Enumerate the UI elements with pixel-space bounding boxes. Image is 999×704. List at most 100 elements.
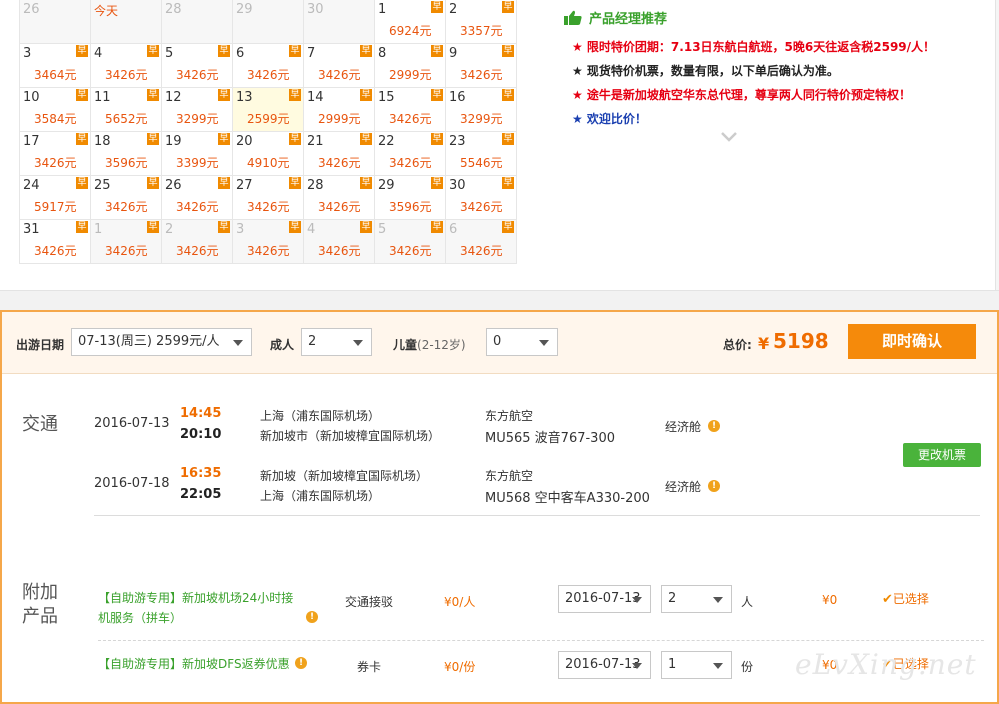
calendar-day-cell[interactable]: 8 早 2999元 [375,44,446,88]
calendar-day-cell: 29 [233,0,304,44]
info-icon[interactable]: ! [708,480,720,492]
child-label: 儿童(2-12岁) [393,336,466,353]
calendar-day-cell[interactable]: 15 早 3426元 [375,88,446,132]
calendar-day-cell[interactable]: 29 早 3596元 [375,176,446,220]
flight-2-cabin: 经济舱 [665,480,702,494]
calendar-day-number: 11 [94,90,111,105]
booking-panel: 出游日期 07-13(周三) 2599元/人 成人 2 儿童(2-12岁) 0 … [0,310,999,704]
calendar-day-price: 3596元 [105,156,148,170]
calendar-day-cell[interactable]: 24 早 5917元 [20,176,91,220]
recommend-line-2: ★ 现货特价机票，数量有限，以下单后确认为准。 [572,64,839,78]
addon-1-qty-select[interactable]: 2 [661,585,732,613]
calendar-day-number: 4 [307,222,316,237]
total-label: 总价: [723,338,752,352]
calendar-day-cell: 28 [162,0,233,44]
addon-1-name[interactable]: 【自助游专用】新加坡机场24小时接 [98,589,293,606]
change-flight-button[interactable]: 更改机票 [903,443,981,467]
calendar-day-cell[interactable]: 27 早 3426元 [233,176,304,220]
early-badge-icon: 早 [218,177,230,189]
early-badge-icon: 早 [218,133,230,145]
adult-select[interactable]: 2 [301,328,372,356]
calendar-day-cell[interactable]: 6 早 3426元 [233,44,304,88]
calendar-day-cell[interactable]: 23 早 5546元 [446,132,517,176]
flight-1-to: 新加坡市（新加坡樟宜国际机场） [260,429,441,443]
calendar-day-cell[interactable]: 1 早 6924元 [375,0,446,44]
calendar-day-price: 3464元 [34,68,77,82]
calendar-day-cell[interactable]: 22 早 3426元 [375,132,446,176]
check-icon: ✔ [882,592,893,607]
addon-1-name-line2[interactable]: 机服务（拼车） [98,609,182,626]
calendar-day-cell[interactable]: 5 早 3426元 [162,44,233,88]
calendar-day-number: 28 [307,178,324,193]
calendar-day-cell[interactable]: 28 早 3426元 [304,176,375,220]
calendar-day-cell[interactable]: 20 早 4910元 [233,132,304,176]
info-icon[interactable]: ! [306,611,318,623]
early-badge-icon: 早 [289,89,301,101]
early-badge-icon: 早 [76,177,88,189]
calendar-day-number: 5 [165,46,174,61]
addon-2-type: 券卡 [357,660,382,674]
addon-2-date-select[interactable]: 2016-07-13 [558,651,651,679]
calendar-day-cell[interactable]: 7 早 3426元 [304,44,375,88]
instant-confirm-button[interactable]: 即时确认 [848,324,976,359]
calendar-day-cell[interactable]: 10 早 3584元 [20,88,91,132]
child-select[interactable]: 0 [486,328,558,356]
right-border [995,0,999,290]
calendar-day-number: 2 [165,222,174,237]
early-badge-icon: 早 [147,221,159,233]
calendar-day-number: 10 [23,90,40,105]
addon-2-qty-select[interactable]: 1 [661,651,732,679]
calendar-day-cell: 3 早 3426元 [233,220,304,264]
addon-2-name[interactable]: 【自助游专用】新加坡DFS返券优惠 [98,655,290,672]
calendar-day-cell: 5 早 3426元 [375,220,446,264]
calendar-day-cell[interactable]: 18 早 3596元 [91,132,162,176]
calendar-day-price: 3426元 [176,244,219,258]
info-icon[interactable]: ! [708,420,720,432]
calendar-day-price: 3426元 [460,244,503,258]
calendar-day-cell[interactable]: 16 早 3299元 [446,88,517,132]
calendar-day-cell[interactable]: 19 早 3399元 [162,132,233,176]
calendar-day-cell[interactable]: 11 早 5652元 [91,88,162,132]
early-badge-icon: 早 [360,89,372,101]
calendar-day-cell[interactable]: 30 早 3426元 [446,176,517,220]
calendar-day-price: 5917元 [34,200,77,214]
calendar-day-cell[interactable]: 13 早 2599元 [233,88,304,132]
calendar-day-cell[interactable]: 17 早 3426元 [20,132,91,176]
calendar-day-number: 22 [378,134,395,149]
calendar-day-price: 3426元 [389,244,432,258]
calendar-day-price: 2599元 [247,112,290,126]
dropdown-arrow-icon [539,340,549,346]
calendar-day-price: 3426元 [105,200,148,214]
addon-1-status[interactable]: ✔已选择 [882,590,929,607]
calendar-day-cell[interactable]: 4 早 3426元 [91,44,162,88]
calendar-day-cell[interactable]: 2 早 3357元 [446,0,517,44]
calendar-day-price: 3426元 [34,244,77,258]
calendar-day-number: 13 [236,90,253,105]
addon-2-price: ¥0/份 [444,660,476,674]
calendar-day-price: 3399元 [176,156,219,170]
early-badge-icon: 早 [431,1,443,13]
flight-1-arr-time: 20:10 [180,427,222,442]
watermark: eLvXing.net [795,648,977,681]
thumbs-up-icon [564,10,582,25]
date-select[interactable]: 07-13(周三) 2599元/人 [71,328,252,356]
calendar-day-cell[interactable]: 31 早 3426元 [20,220,91,264]
calendar-day-cell[interactable]: 9 早 3426元 [446,44,517,88]
calendar-day-cell[interactable]: 12 早 3299元 [162,88,233,132]
info-icon[interactable]: ! [295,657,307,669]
flight-1-cabin: 经济舱 [665,420,702,434]
calendar-day-number: 24 [23,178,40,193]
early-badge-icon: 早 [431,45,443,57]
calendar-day-cell[interactable]: 3 早 3464元 [20,44,91,88]
calendar-day-cell[interactable]: 26 早 3426元 [162,176,233,220]
calendar-day-cell[interactable]: 14 早 2999元 [304,88,375,132]
calendar-day-cell[interactable]: 25 早 3426元 [91,176,162,220]
addon-1-type: 交通接驳 [345,595,394,609]
section-divider [0,290,999,310]
calendar-day-price: 2999元 [318,112,361,126]
calendar-day-cell[interactable]: 21 早 3426元 [304,132,375,176]
addon-1-date-select[interactable]: 2016-07-13 [558,585,651,613]
early-badge-icon: 早 [289,177,301,189]
chevron-down-icon[interactable] [721,132,737,142]
calendar-day-number: 6 [449,222,458,237]
